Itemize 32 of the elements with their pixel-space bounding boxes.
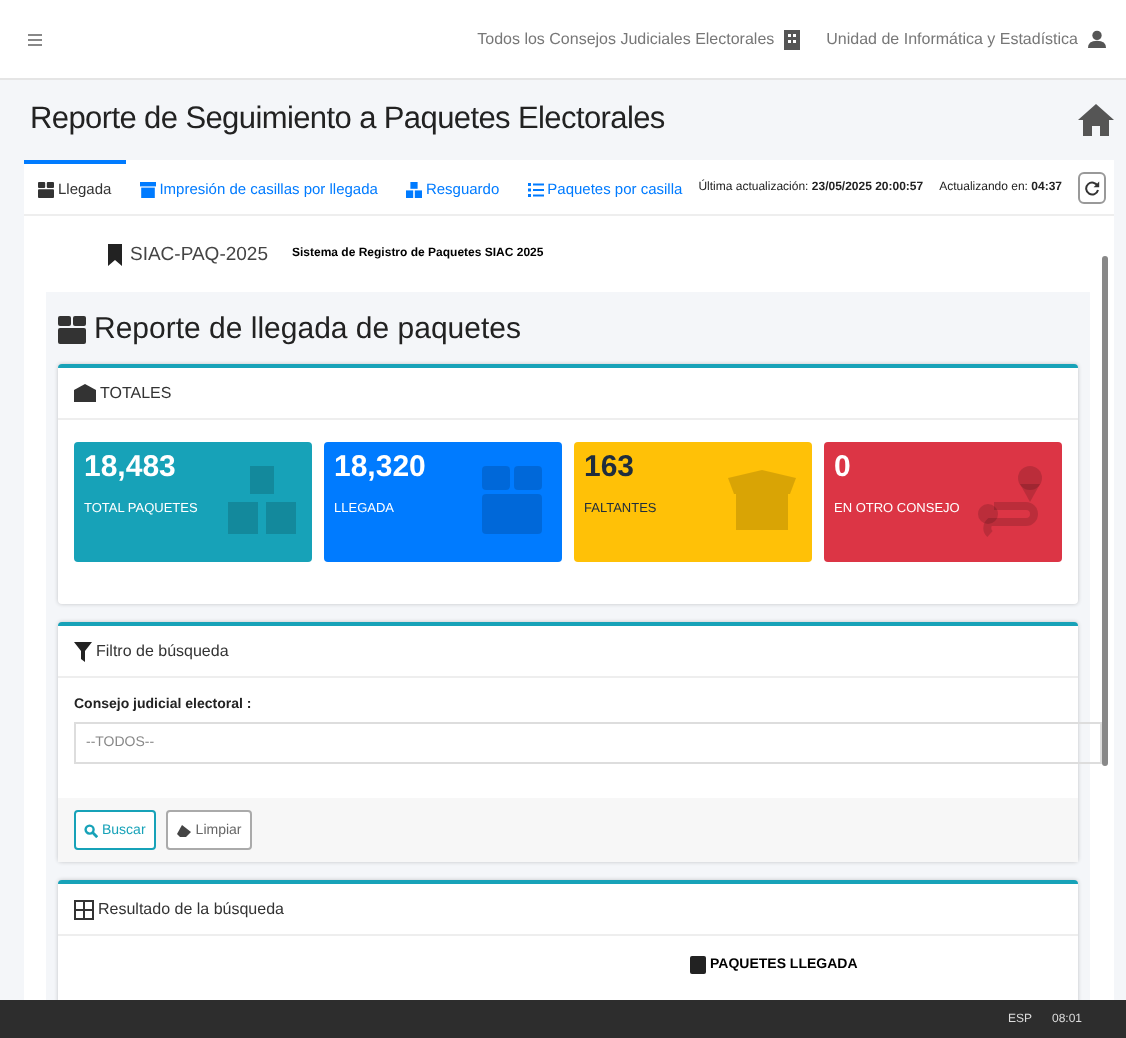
filter-icon <box>74 641 92 661</box>
system-code: SIAC-PAQ-2025 <box>130 243 268 265</box>
table-icon <box>74 899 94 919</box>
archive-icon <box>139 181 156 197</box>
council-selector[interactable]: Todos los Consejos Judiciales Electorales <box>477 30 775 48</box>
stat-value: 18,483 <box>84 450 178 484</box>
stat-value: 163 <box>584 450 637 484</box>
box-icon <box>58 315 86 343</box>
scrollbar[interactable] <box>1102 256 1108 766</box>
list-icon <box>527 181 544 197</box>
card-title: Filtro de búsqueda <box>96 642 229 660</box>
eraser-icon <box>175 823 192 837</box>
menu-icon[interactable] <box>28 33 42 45</box>
boxes-icon <box>405 181 422 197</box>
box-icon <box>38 181 54 197</box>
search-icon <box>84 823 98 837</box>
card-title: TOTALES <box>100 384 172 402</box>
refresh-button[interactable] <box>1078 171 1106 203</box>
report-title: Reporte de llegada de paquetes <box>94 312 522 346</box>
warehouse-icon <box>74 384 96 402</box>
bookmark-icon <box>108 243 122 265</box>
box-icon <box>690 956 706 974</box>
user-icon[interactable] <box>1088 30 1106 48</box>
stat-value: 18,320 <box>334 450 428 484</box>
refresh-icon <box>1084 179 1100 195</box>
page-title: Reporte de Seguimiento a Paquetes Electorales <box>30 102 665 138</box>
building-icon <box>784 29 801 49</box>
home-icon[interactable] <box>1078 104 1114 136</box>
stat-value: 0 <box>834 450 853 484</box>
card-title: Resultado de la búsqueda <box>98 900 284 918</box>
user-unit[interactable]: Unidad de Informática y Estadística <box>826 30 1078 48</box>
boxes-icon <box>224 462 300 538</box>
